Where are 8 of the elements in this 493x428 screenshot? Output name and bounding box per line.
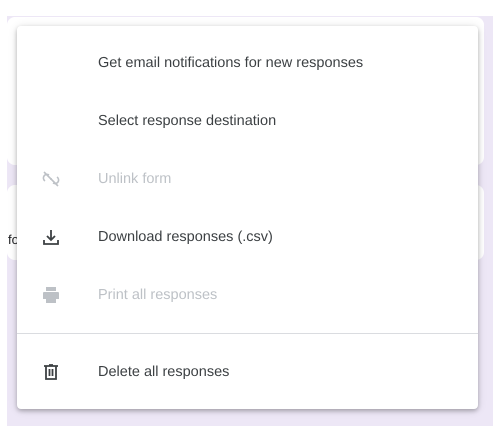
menu-item[interactable]: Get email notifications for new responses bbox=[17, 34, 478, 92]
menu-item[interactable]: Delete all responses bbox=[17, 343, 478, 401]
menu-item[interactable]: Select response destination bbox=[17, 92, 478, 150]
menu-item[interactable]: Download responses (.csv) bbox=[17, 208, 478, 266]
unlink-icon bbox=[41, 169, 61, 189]
download-icon bbox=[41, 227, 61, 247]
printer-icon bbox=[41, 285, 61, 305]
trash-icon bbox=[41, 362, 61, 382]
